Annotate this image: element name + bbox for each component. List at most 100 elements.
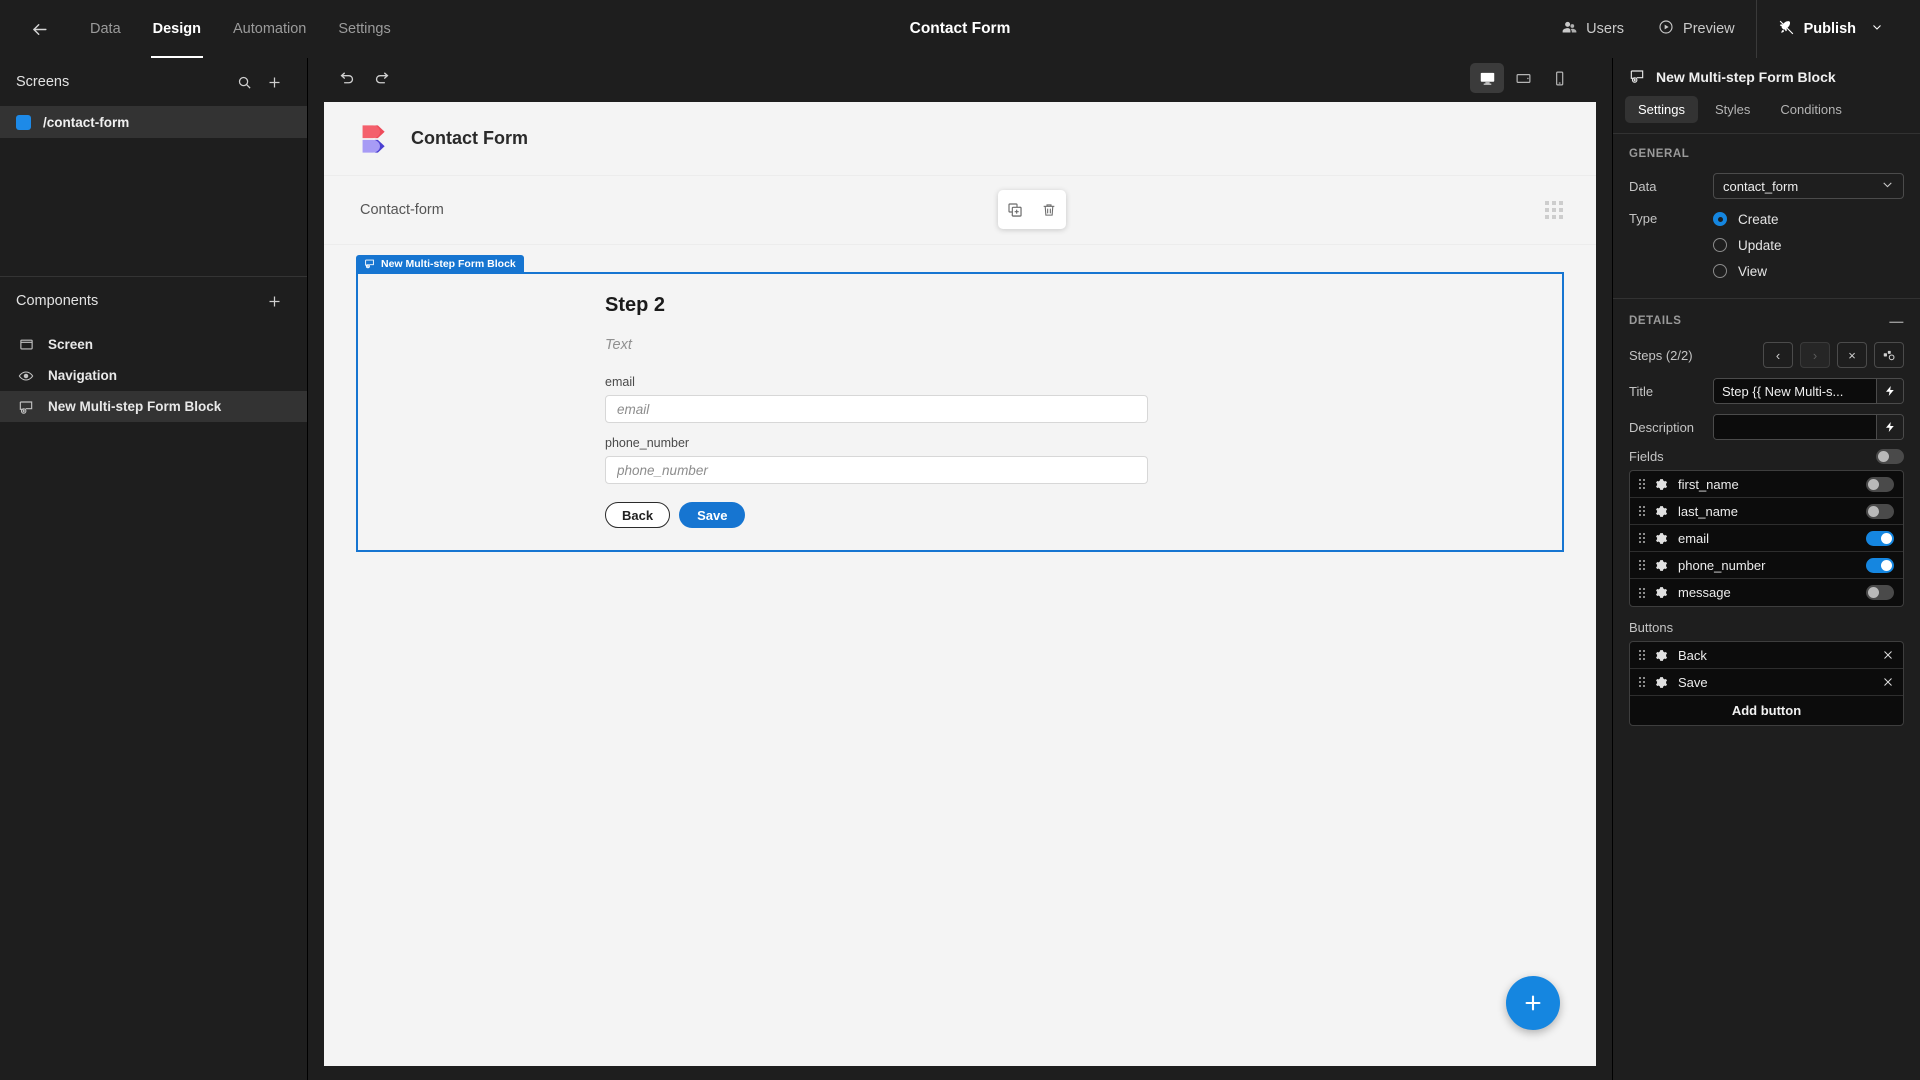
- tab-settings[interactable]: Settings: [1625, 96, 1698, 123]
- add-button-action[interactable]: Add button: [1630, 696, 1903, 725]
- field-row-email[interactable]: email: [1630, 525, 1903, 552]
- button-row-back[interactable]: Back: [1630, 642, 1903, 669]
- preview-button[interactable]: Preview: [1641, 0, 1752, 58]
- data-source-select[interactable]: contact_form: [1713, 173, 1904, 199]
- type-option-update[interactable]: Update: [1713, 232, 1904, 258]
- component-item-new-multi-step-form-block[interactable]: New Multi-step Form Block: [0, 391, 307, 422]
- gear-icon[interactable]: [1655, 478, 1668, 491]
- panel-title: New Multi-step Form Block: [1656, 69, 1836, 85]
- field-toggle[interactable]: [1866, 503, 1894, 519]
- duplicate-icon[interactable]: [1007, 202, 1023, 218]
- gear-icon[interactable]: [1655, 532, 1668, 545]
- field-row-first-name[interactable]: first_name: [1630, 471, 1903, 498]
- step-flow-button[interactable]: [1874, 342, 1904, 368]
- add-screen-icon[interactable]: [259, 67, 289, 97]
- description-input[interactable]: [1714, 415, 1876, 439]
- phone-number-input[interactable]: [605, 456, 1148, 484]
- undo-icon[interactable]: [330, 63, 364, 93]
- steps-buttons: ‹ › ×: [1763, 342, 1904, 368]
- drag-handle-icon[interactable]: [1639, 479, 1645, 489]
- prev-step-button[interactable]: ‹: [1763, 342, 1793, 368]
- device-desktop-icon[interactable]: [1470, 63, 1504, 93]
- fields-master-toggle[interactable]: [1876, 449, 1904, 464]
- chevron-down-icon: [1881, 178, 1894, 194]
- tab-conditions[interactable]: Conditions: [1767, 96, 1854, 123]
- type-option-view[interactable]: View: [1713, 258, 1904, 284]
- gear-icon[interactable]: [1655, 559, 1668, 572]
- page-brand-header: Contact Form: [324, 102, 1596, 176]
- field-toggle[interactable]: [1866, 557, 1894, 573]
- remove-button-icon[interactable]: [1882, 676, 1894, 688]
- type-option-create[interactable]: Create: [1713, 206, 1904, 232]
- tab-styles[interactable]: Styles: [1702, 96, 1763, 123]
- publish-button[interactable]: Publish: [1761, 0, 1900, 58]
- eye-icon: [17, 368, 35, 384]
- form-back-button[interactable]: Back: [605, 502, 671, 528]
- screen-icon: [17, 337, 35, 352]
- add-component-fab[interactable]: [1506, 976, 1560, 1030]
- back-arrow-icon[interactable]: [22, 12, 56, 46]
- form-save-button[interactable]: Save: [679, 502, 746, 528]
- component-item-navigation[interactable]: Navigation: [0, 360, 307, 391]
- play-circle-icon: [1658, 19, 1674, 39]
- redo-icon[interactable]: [364, 63, 398, 93]
- field-row-phone-number[interactable]: phone_number: [1630, 552, 1903, 579]
- field-toggle[interactable]: [1866, 476, 1894, 492]
- binding-lightning-icon[interactable]: [1876, 415, 1903, 439]
- gear-icon[interactable]: [1655, 505, 1668, 518]
- topbar-divider: [1755, 0, 1757, 58]
- buttons-list: Back Save Add button: [1629, 641, 1904, 726]
- drag-handle-icon[interactable]: [1639, 560, 1645, 570]
- nav-tab-design[interactable]: Design: [137, 0, 217, 58]
- button-row-save[interactable]: Save: [1630, 669, 1903, 696]
- form-block-icon: [17, 399, 35, 415]
- nav-tab-settings[interactable]: Settings: [322, 0, 406, 58]
- drag-grip-icon[interactable]: [1545, 201, 1563, 219]
- field-toggle[interactable]: [1866, 585, 1894, 600]
- description-input-wrapper: [1713, 414, 1904, 440]
- form-content: Step 2 Text email phone_number Back Save: [605, 294, 1148, 528]
- email-input[interactable]: [605, 395, 1148, 423]
- binding-lightning-icon[interactable]: [1876, 379, 1903, 403]
- title-input[interactable]: [1714, 379, 1876, 403]
- drag-handle-icon[interactable]: [1639, 677, 1645, 687]
- drag-handle-icon[interactable]: [1639, 650, 1645, 660]
- form-step-title: Step 2: [605, 294, 666, 316]
- form-field-phone-number: phone_number: [605, 436, 1148, 484]
- radio-icon: [1713, 212, 1727, 226]
- gear-icon[interactable]: [1655, 586, 1668, 599]
- component-label: Screen: [48, 337, 94, 352]
- remove-button-icon[interactable]: [1882, 649, 1894, 661]
- nav-tab-automation[interactable]: Automation: [217, 0, 322, 58]
- field-name: message: [1678, 585, 1731, 600]
- delete-step-button[interactable]: ×: [1837, 342, 1867, 368]
- drag-handle-icon[interactable]: [1639, 587, 1645, 598]
- sidebar-screen-contact-form[interactable]: /contact-form: [0, 106, 307, 138]
- type-radio-group: Create Update View: [1713, 206, 1904, 284]
- search-icon[interactable]: [229, 67, 259, 97]
- device-mobile-icon[interactable]: [1542, 63, 1576, 93]
- brand-logo-icon: [360, 122, 394, 156]
- screens-title: Screens: [16, 74, 70, 90]
- users-button[interactable]: Users: [1545, 0, 1641, 58]
- field-toggle[interactable]: [1866, 530, 1894, 546]
- next-step-button[interactable]: ›: [1800, 342, 1830, 368]
- chevron-down-icon[interactable]: [1871, 21, 1883, 37]
- device-tablet-icon[interactable]: [1506, 63, 1540, 93]
- multi-step-form-block[interactable]: Step 2 Text email phone_number Back Save: [356, 272, 1564, 552]
- gear-icon[interactable]: [1655, 649, 1668, 662]
- add-component-icon[interactable]: [259, 286, 289, 316]
- drag-handle-icon[interactable]: [1639, 533, 1645, 543]
- nav-tab-data[interactable]: Data: [74, 0, 137, 58]
- trash-icon[interactable]: [1041, 202, 1057, 218]
- top-navigation-bar: Data Design Automation Settings Contact …: [0, 0, 1920, 58]
- form-step-description: Text: [605, 337, 632, 353]
- field-row-last-name[interactable]: last_name: [1630, 498, 1903, 525]
- data-source-value: contact_form: [1723, 178, 1799, 194]
- title-row: Title: [1613, 375, 1920, 407]
- drag-handle-icon[interactable]: [1639, 506, 1645, 516]
- gear-icon[interactable]: [1655, 676, 1668, 689]
- collapse-icon[interactable]: —: [1889, 313, 1904, 329]
- field-row-message[interactable]: message: [1630, 579, 1903, 606]
- component-item-screen[interactable]: Screen: [0, 329, 307, 360]
